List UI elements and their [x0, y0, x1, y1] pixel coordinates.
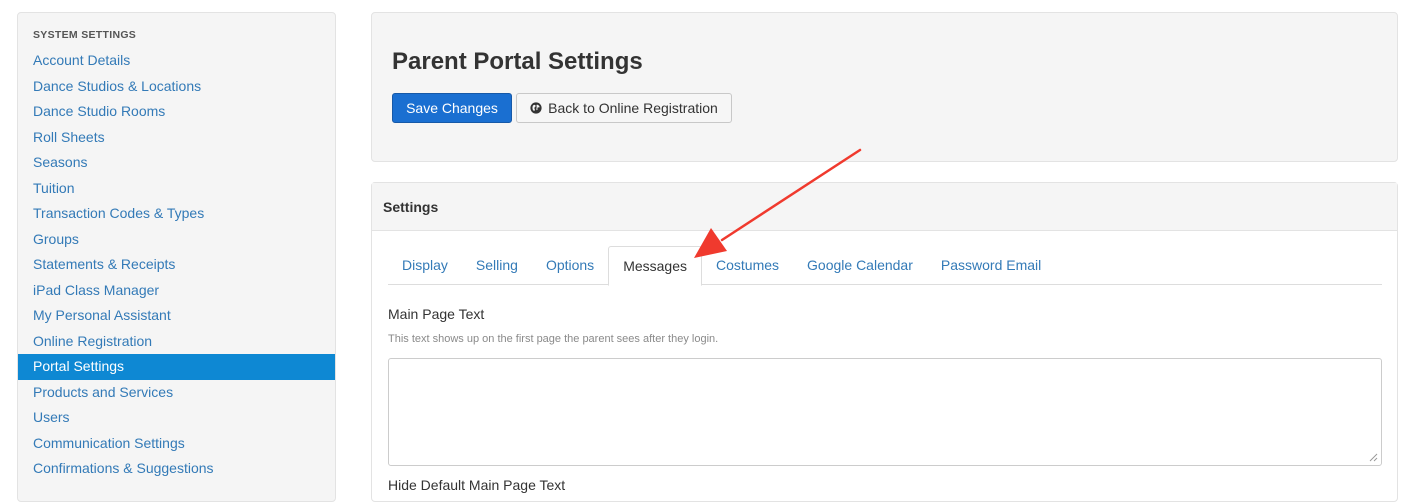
back-button-label: Back to Online Registration: [548, 100, 718, 116]
back-to-online-registration-button[interactable]: Back to Online Registration: [516, 93, 732, 123]
sidebar-list: Account Details Dance Studios & Location…: [18, 48, 335, 482]
settings-panel: Settings Display Selling Options Message…: [371, 182, 1398, 502]
main-page-text-help: This text shows up on the first page the…: [388, 333, 719, 345]
save-changes-button[interactable]: Save Changes: [392, 93, 512, 123]
sidebar-item-portal-settings[interactable]: Portal Settings: [18, 354, 335, 380]
sidebar-item-dance-studios-locations[interactable]: Dance Studios & Locations: [18, 74, 335, 100]
system-settings-sidebar: SYSTEM SETTINGS Account Details Dance St…: [17, 12, 336, 502]
resize-grip-icon[interactable]: [1369, 453, 1378, 462]
sidebar-item-online-registration[interactable]: Online Registration: [18, 329, 335, 355]
tab-costumes[interactable]: Costumes: [702, 246, 793, 285]
sidebar-item-confirmations-suggestions[interactable]: Confirmations & Suggestions: [18, 456, 335, 482]
tab-options[interactable]: Options: [532, 246, 608, 285]
page-title: Parent Portal Settings: [392, 48, 643, 75]
settings-tabs: Display Selling Options Messages Costume…: [388, 246, 1382, 286]
globe-icon: [530, 102, 542, 114]
sidebar-item-roll-sheets[interactable]: Roll Sheets: [18, 125, 335, 151]
sidebar-item-transaction-codes-types[interactable]: Transaction Codes & Types: [18, 201, 335, 227]
sidebar-item-tuition[interactable]: Tuition: [18, 176, 335, 202]
hide-default-main-page-text-label: Hide Default Main Page Text: [388, 477, 566, 493]
sidebar-item-seasons[interactable]: Seasons: [18, 150, 335, 176]
main-page-text-label: Main Page Text: [388, 306, 485, 322]
tab-password-email[interactable]: Password Email: [927, 246, 1055, 285]
tab-selling[interactable]: Selling: [462, 246, 532, 285]
sidebar-item-my-personal-assistant[interactable]: My Personal Assistant: [18, 303, 335, 329]
tab-messages[interactable]: Messages: [608, 246, 702, 286]
sidebar-item-products-and-services[interactable]: Products and Services: [18, 380, 335, 406]
sidebar-item-statements-receipts[interactable]: Statements & Receipts: [18, 252, 335, 278]
sidebar-item-communication-settings[interactable]: Communication Settings: [18, 431, 335, 457]
settings-panel-heading: Settings: [372, 183, 1397, 231]
tab-display[interactable]: Display: [388, 246, 462, 285]
sidebar-item-users[interactable]: Users: [18, 405, 335, 431]
page-header-panel: Parent Portal Settings Save Changes Back…: [371, 12, 1398, 162]
sidebar-item-account-details[interactable]: Account Details: [18, 48, 335, 74]
main-page-text-textarea[interactable]: [388, 358, 1382, 466]
sidebar-item-dance-studio-rooms[interactable]: Dance Studio Rooms: [18, 99, 335, 125]
sidebar-item-ipad-class-manager[interactable]: iPad Class Manager: [18, 278, 335, 304]
tab-google-calendar[interactable]: Google Calendar: [793, 246, 927, 285]
sidebar-item-groups[interactable]: Groups: [18, 227, 335, 253]
sidebar-heading: SYSTEM SETTINGS: [33, 29, 137, 41]
